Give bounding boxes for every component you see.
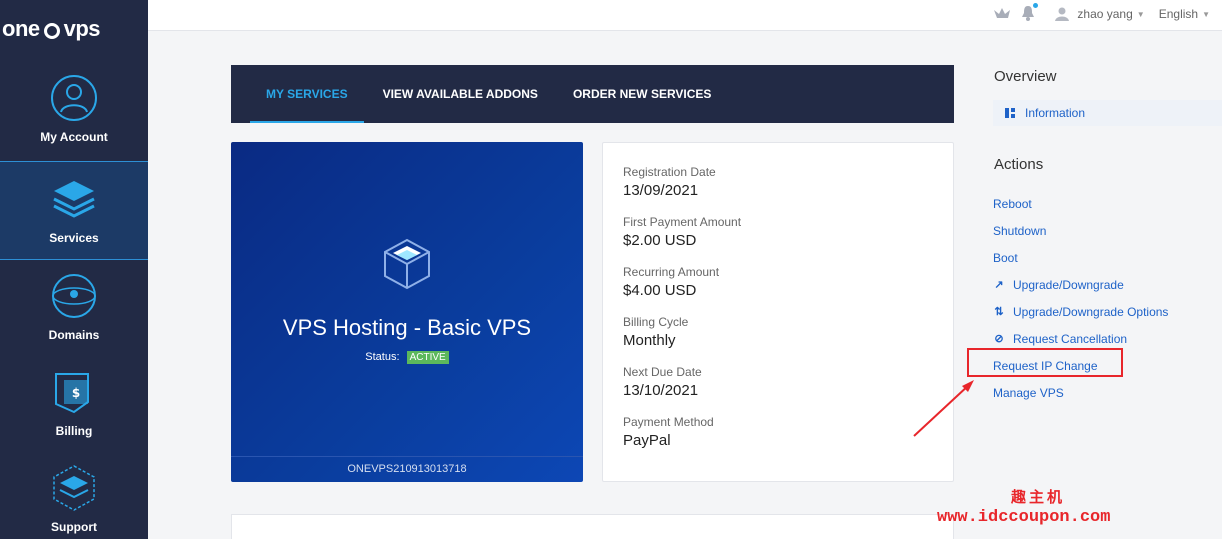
sidebar-item-billing[interactable]: $ Billing [0,368,148,458]
language-selector[interactable]: English ▼ [1159,7,1210,21]
action-label: Upgrade/Downgrade [1013,277,1124,292]
sidebar-item-label: My Account [40,130,108,144]
info-grid-icon [1005,108,1015,118]
support-icon [53,465,95,511]
product-name: VPS Hosting - Basic VPS [282,315,532,340]
detail-value: $4.00 USD [623,282,697,299]
cube-icon [384,238,430,290]
detail-label: First Payment Amount [623,215,742,229]
action-reboot[interactable]: Reboot [993,190,1168,217]
sidebar-item-domains[interactable]: Domains [0,272,148,362]
layers-icon [53,181,95,218]
detail-first-payment: First Payment Amount $2.00 USD [623,215,933,249]
status-badge: ACTIVE [406,351,449,364]
action-manage-vps[interactable]: Manage VPS [993,379,1168,406]
service-details: Registration Date 13/09/2021 First Payme… [602,142,954,482]
user-name: zhao yang [1077,7,1133,21]
service-tabs: MY SERVICES VIEW AVAILABLE ADDONS ORDER … [231,65,954,123]
sidebar-item-label: Support [51,520,97,534]
sidebar: one vps My Account Services Domains $ Bi… [0,0,148,539]
detail-value: Monthly [623,332,676,349]
sort-arrows-icon: ⇅ [994,306,1004,318]
top-bar: zhao yang ▼ English ▼ [148,0,1222,31]
language-label: English [1158,7,1199,21]
product-status: Status: ACTIVE [231,351,583,364]
external-link-icon: ↗ [994,279,1004,291]
tab-my-services[interactable]: MY SERVICES [250,65,364,123]
detail-next-due-date: Next Due Date 13/10/2021 [623,365,933,399]
sidebar-item-label: Billing [55,424,93,438]
watermark-url: www.idccoupon.com [937,508,1111,527]
detail-label: Registration Date [623,165,716,179]
billing-icon: $ [55,373,89,414]
bottom-card [231,514,954,539]
logo-ring-icon [43,23,60,39]
detail-registration-date: Registration Date 13/09/2021 [623,165,933,199]
user-icon [51,75,97,121]
logo[interactable]: one vps [0,0,148,58]
chevron-down-icon: ▼ [1136,9,1145,19]
annotation-highlight-box [967,348,1123,377]
detail-label: Recurring Amount [623,265,720,279]
detail-label: Next Due Date [623,365,702,379]
chevron-down-icon: ▼ [1202,9,1210,19]
information-label: Information [1025,106,1086,120]
detail-value: 13/10/2021 [623,382,699,399]
detail-label: Payment Method [623,415,714,429]
detail-recurring-amount: Recurring Amount $4.00 USD [623,265,933,299]
sidebar-item-label: Domains [48,328,100,342]
watermark-cn: 趣主机 [1011,488,1066,506]
overview-information-item[interactable]: Information [993,100,1222,126]
cart-icon[interactable] [993,6,1011,22]
annotation-arrow-icon [913,380,974,437]
sidebar-item-label: Services [49,231,99,245]
logo-text-one: one [2,16,40,41]
action-label: Upgrade/Downgrade Options [1013,304,1169,319]
user-menu[interactable]: zhao yang ▼ [1055,7,1145,21]
product-card: VPS Hosting - Basic VPS Status: ACTIVE O… [231,142,583,482]
sidebar-item-support[interactable]: Support [0,464,148,539]
detail-billing-cycle: Billing Cycle Monthly [623,315,933,349]
action-upgrade-downgrade[interactable]: ↗ Upgrade/Downgrade [993,271,1168,298]
actions-title: Actions [994,156,1044,173]
action-shutdown[interactable]: Shutdown [993,217,1168,244]
detail-value: $2.00 USD [623,232,697,249]
service-id: ONEVPS210913013718 [231,456,583,482]
action-label: Request Cancellation [1013,331,1128,346]
svg-text:$: $ [72,386,80,400]
ban-icon: ⊘ [994,333,1004,345]
tab-order-new-services[interactable]: ORDER NEW SERVICES [557,65,727,123]
tab-view-available-addons[interactable]: VIEW AVAILABLE ADDONS [367,65,554,123]
detail-label: Billing Cycle [623,315,689,329]
detail-value: 13/09/2021 [623,182,699,199]
sidebar-item-services[interactable]: Services [0,161,148,260]
overview-title: Overview [994,68,1057,85]
status-label: Status: [365,351,400,363]
action-boot[interactable]: Boot [993,244,1168,271]
globe-icon [52,274,96,318]
action-upgrade-downgrade-options[interactable]: ⇅ Upgrade/Downgrade Options [993,298,1168,325]
notification-button[interactable] [1021,2,1039,24]
sidebar-item-my-account[interactable]: My Account [0,74,148,161]
notification-dot [1033,2,1039,8]
logo-text-vps: vps [63,16,101,41]
detail-payment-method: Payment Method PayPal [623,415,933,449]
user-avatar-icon [1055,7,1070,21]
detail-value: PayPal [623,432,671,449]
